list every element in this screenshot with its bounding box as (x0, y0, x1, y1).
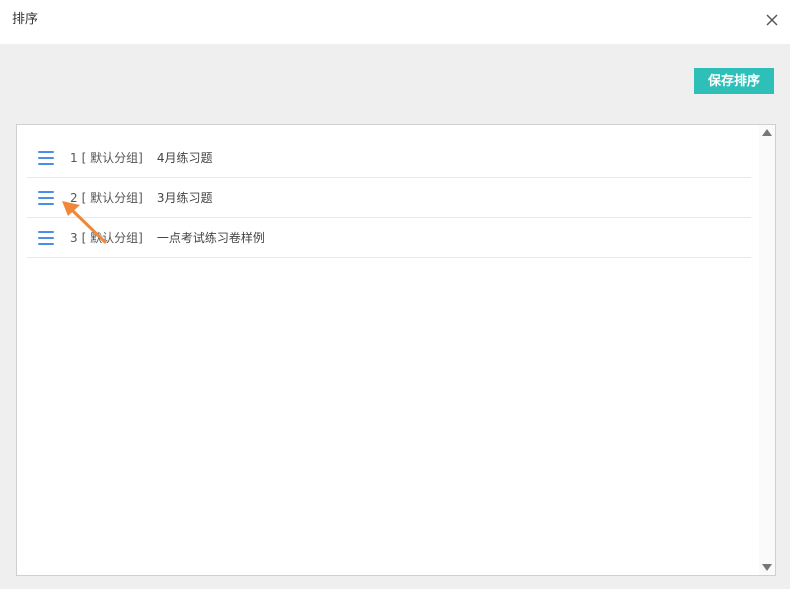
drag-handle-icon[interactable] (38, 190, 56, 206)
item-name: 3月练习题 (156, 191, 213, 205)
sort-list-panel: 1 [ 默认分组] 4月练习题 2 [ 默认分组] 3月练习题 3 [ 默认分组… (16, 124, 776, 576)
item-index: 2 (70, 190, 78, 205)
item-name: 一点考试练习卷样例 (156, 231, 265, 245)
item-index: 1 (70, 150, 78, 165)
item-group: [ 默认分组] (81, 151, 143, 165)
item-group: [ 默认分组] (81, 191, 143, 205)
list-item[interactable]: 1 [ 默认分组] 4月练习题 (27, 138, 751, 178)
close-icon[interactable] (764, 12, 780, 28)
scroll-down-arrow-icon[interactable] (762, 564, 772, 571)
item-name: 4月练习题 (156, 151, 213, 165)
save-sort-button[interactable]: 保存排序 (694, 68, 774, 94)
dialog-title: 排序 (12, 12, 39, 27)
sort-list: 1 [ 默认分组] 4月练习题 2 [ 默认分组] 3月练习题 3 [ 默认分组… (27, 138, 751, 258)
drag-handle-icon[interactable] (38, 150, 56, 166)
item-index: 3 (70, 230, 78, 245)
vertical-scrollbar[interactable] (759, 125, 775, 575)
dialog-header: 排序 (0, 0, 790, 44)
item-group: [ 默认分组] (81, 231, 143, 245)
drag-handle-icon[interactable] (38, 230, 56, 246)
list-item[interactable]: 3 [ 默认分组] 一点考试练习卷样例 (27, 218, 751, 258)
list-item[interactable]: 2 [ 默认分组] 3月练习题 (27, 178, 751, 218)
scroll-up-arrow-icon[interactable] (762, 129, 772, 136)
